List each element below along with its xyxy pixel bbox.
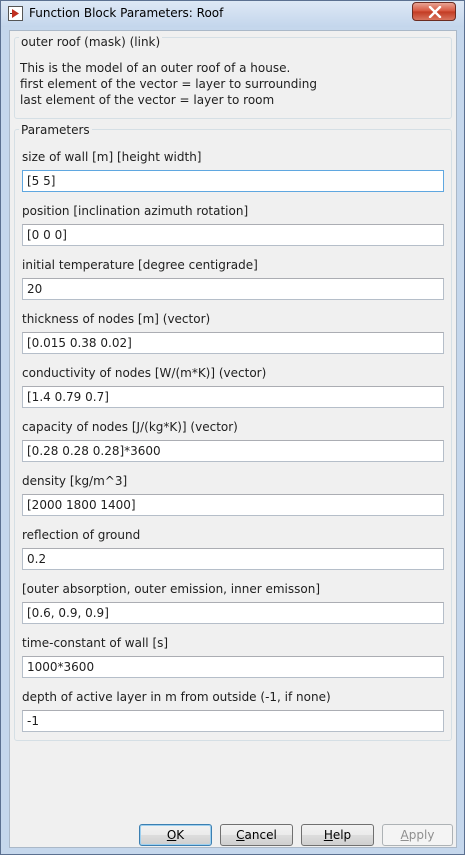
thickness-of-nodes-label: thickness of nodes [m] (vector) — [22, 312, 211, 326]
reflection-of-ground-label: reflection of ground — [22, 528, 141, 542]
help-label: elp — [332, 828, 352, 842]
dialog-body: outer roof (mask) (link) This is the mod… — [9, 30, 457, 848]
absorption-emission-label: [outer absorption, outer emission, inner… — [22, 582, 321, 596]
position-input[interactable] — [22, 224, 444, 246]
cancel-label: ancel — [244, 828, 277, 842]
ok-button[interactable]: OK — [139, 824, 212, 846]
reflection-of-ground-input[interactable] — [22, 548, 444, 570]
title-bar[interactable]: Function Block Parameters: Roof — [1, 1, 464, 27]
description-line: This is the model of an outer roof of a … — [20, 61, 291, 75]
capacity-of-nodes-input[interactable] — [22, 440, 444, 462]
conductivity-of-nodes-label: conductivity of nodes [W/(m*K)] (vector) — [22, 366, 267, 380]
density-input[interactable] — [22, 494, 444, 516]
description-line: first element of the vector = layer to s… — [20, 77, 317, 91]
active-layer-depth-input[interactable] — [22, 710, 444, 732]
window-title: Function Block Parameters: Roof — [29, 6, 224, 20]
help-mnemonic: H — [323, 828, 333, 842]
thickness-of-nodes-input[interactable] — [22, 332, 444, 354]
position-label: position [inclination azimuth rotation] — [22, 204, 249, 218]
time-constant-label: time-constant of wall [s] — [22, 636, 169, 650]
ok-label: K — [176, 828, 185, 842]
size-of-wall-input[interactable] — [22, 170, 444, 192]
simulink-block-icon — [8, 6, 23, 21]
apply-button[interactable]: Apply — [382, 824, 453, 846]
parameters-group-title: Parameters — [19, 123, 92, 137]
close-button[interactable] — [412, 2, 456, 21]
help-button[interactable]: Help — [301, 824, 374, 846]
cancel-button[interactable]: Cancel — [220, 824, 293, 846]
initial-temperature-input[interactable] — [22, 278, 444, 300]
apply-label: pply — [408, 828, 435, 842]
cancel-mnemonic: C — [236, 828, 245, 842]
initial-temperature-label: initial temperature [degree centigrade] — [22, 258, 258, 272]
density-label: density [kg/m^3] — [22, 474, 128, 488]
dialog-window: Function Block Parameters: Roof outer ro… — [0, 0, 465, 855]
apply-mnemonic: A — [400, 828, 409, 842]
size-of-wall-label: size of wall [m] [height width] — [22, 150, 202, 164]
close-icon — [428, 6, 442, 18]
conductivity-of-nodes-input[interactable] — [22, 386, 444, 408]
time-constant-input[interactable] — [22, 656, 444, 678]
absorption-emission-input[interactable] — [22, 602, 444, 624]
capacity-of-nodes-label: capacity of nodes [J/(kg*K)] (vector) — [22, 420, 238, 434]
description-group-title: outer roof (mask) (link) — [19, 35, 163, 49]
active-layer-depth-label: depth of active layer in m from outside … — [22, 690, 331, 704]
description-line: last element of the vector = layer to ro… — [20, 93, 275, 107]
ok-mnemonic: O — [166, 828, 177, 842]
